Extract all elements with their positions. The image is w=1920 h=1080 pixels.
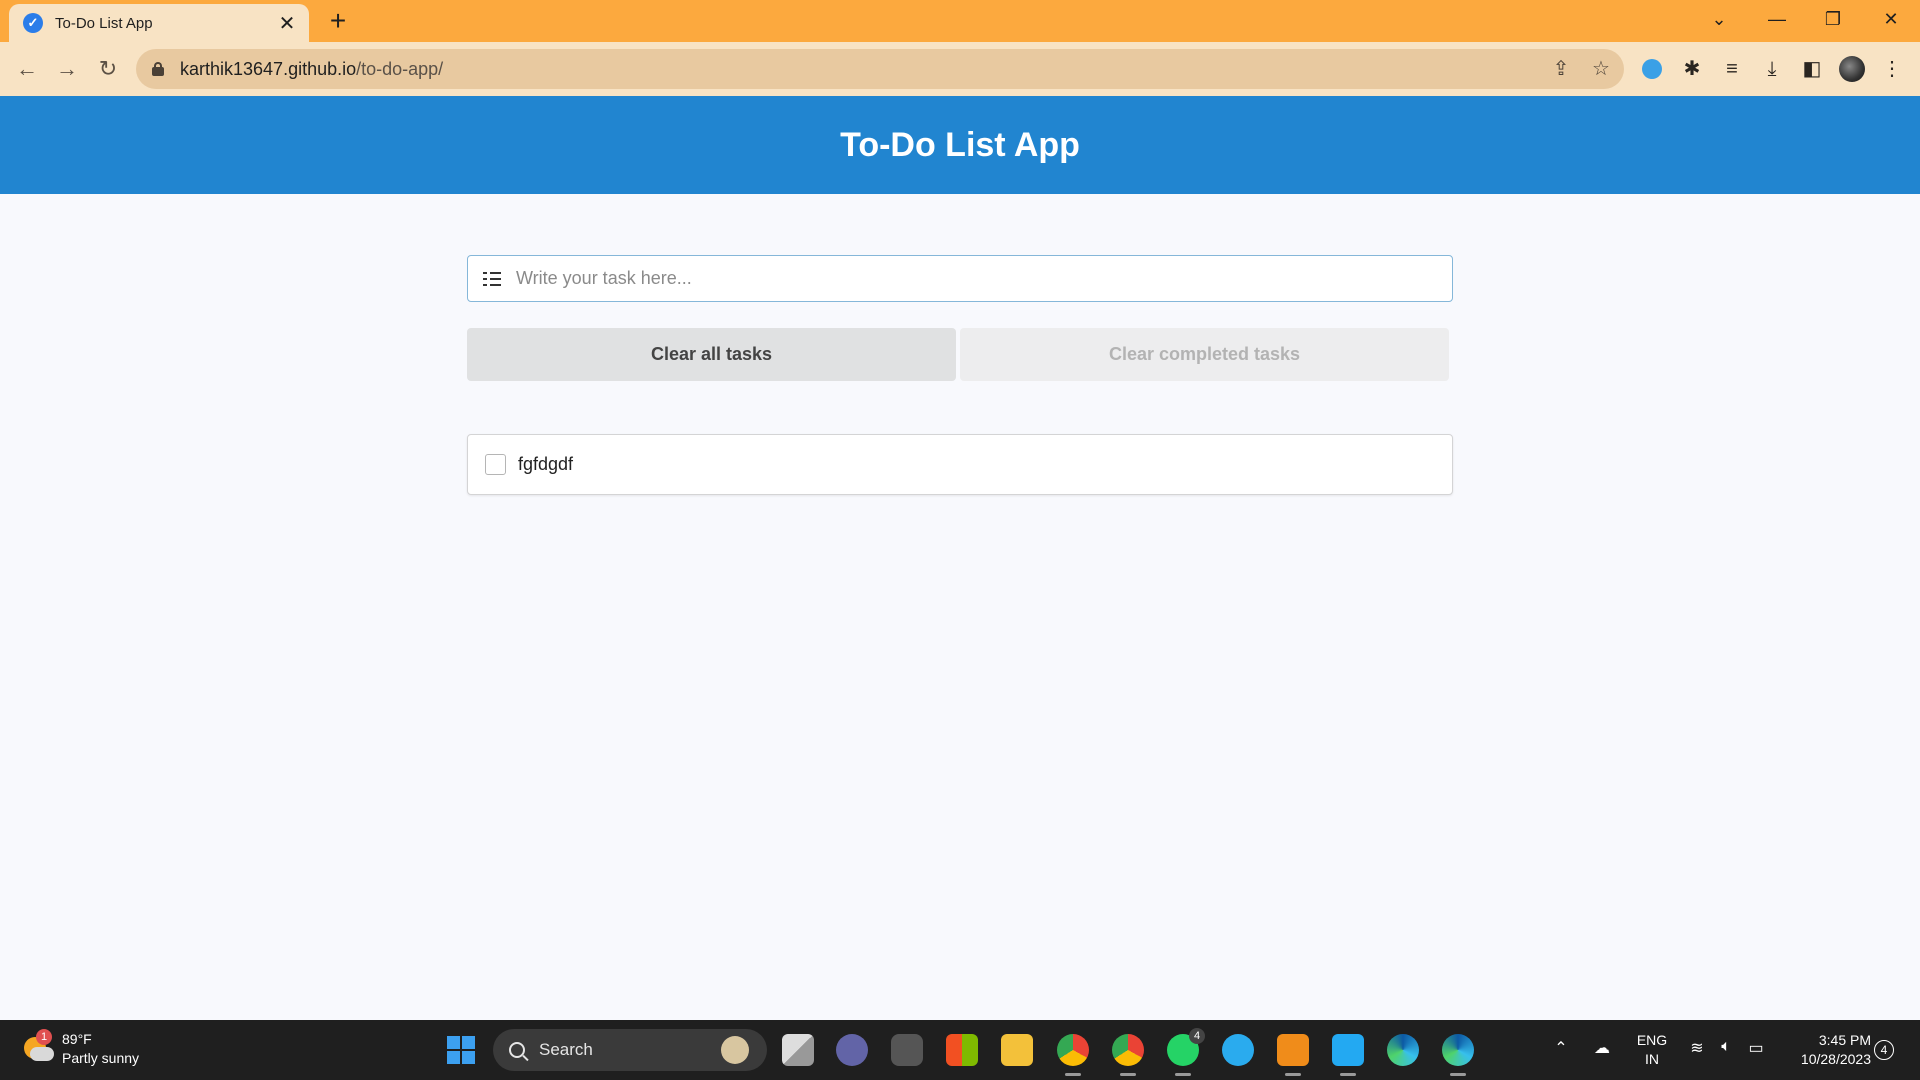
onedrive-cloud-icon[interactable]: ☁: [1590, 1038, 1614, 1058]
taskbar-search[interactable]: Search: [493, 1029, 767, 1071]
extension-icon[interactable]: [1637, 54, 1667, 84]
profile-avatar[interactable]: [1837, 54, 1867, 84]
new-tab-button[interactable]: +: [324, 6, 352, 36]
task-list-icon: [468, 271, 516, 286]
clear-all-tasks-button[interactable]: Clear all tasks: [467, 328, 956, 381]
reload-icon[interactable]: ↻: [93, 54, 123, 84]
weather-temp: 89°F: [62, 1031, 92, 1047]
clock[interactable]: 3:45 PM 10/28/2023: [1783, 1031, 1871, 1069]
forward-icon[interactable]: →: [52, 54, 82, 84]
url-host: karthik13647.github.io: [180, 58, 357, 79]
restore-button[interactable]: ❐: [1813, 4, 1853, 34]
microsoft-store-icon[interactable]: [946, 1034, 978, 1066]
chrome-profile-1-icon[interactable]: [1057, 1034, 1089, 1076]
lock-icon[interactable]: [152, 62, 164, 76]
browser-tab[interactable]: ✓ To-Do List App ✕: [9, 4, 309, 42]
action-buttons: Clear all tasks Clear completed tasks: [467, 328, 1453, 381]
tab-search-dropdown-icon[interactable]: ⌄: [1699, 4, 1739, 34]
browser-toolbar: ← → ↻ karthik13647.github.io/to-do-app/ …: [0, 42, 1920, 96]
menu-icon[interactable]: ⋮: [1877, 54, 1907, 84]
windows-start-icon[interactable]: [447, 1036, 475, 1064]
taskbar-search-label: Search: [539, 1040, 593, 1059]
language-indicator[interactable]: ENG IN: [1632, 1031, 1672, 1069]
url-path: /to-do-app/: [356, 58, 444, 79]
task-list: fgfdgdf: [467, 434, 1453, 495]
tab-close-icon[interactable]: ✕: [275, 11, 299, 36]
taskbar: 1 89°F Partly sunny Search 4 ⌃ ☁ ENG IN …: [0, 1020, 1920, 1080]
clock-date: 10/28/2023: [1800, 1051, 1871, 1067]
address-bar[interactable]: karthik13647.github.io/to-do-app/ ⇪ ☆: [136, 49, 1624, 89]
volume-icon[interactable]: 🔈︎: [1714, 1038, 1738, 1056]
search-highlight-icon: [721, 1036, 749, 1064]
unity-icon[interactable]: [891, 1034, 923, 1066]
close-window-button[interactable]: ✕: [1871, 4, 1911, 34]
edge-profile-icon[interactable]: [1442, 1034, 1474, 1076]
whatsapp-badge: 4: [1189, 1028, 1205, 1044]
media-icon[interactable]: ≡: [1717, 54, 1747, 84]
task-input-wrapper: [467, 255, 1453, 302]
telegram-icon[interactable]: [1222, 1034, 1254, 1066]
teams-chat-icon[interactable]: [836, 1034, 868, 1066]
clear-completed-tasks-button[interactable]: Clear completed tasks: [960, 328, 1449, 381]
edge-icon[interactable]: [1387, 1034, 1419, 1066]
clock-time: 3:45 PM: [1818, 1032, 1871, 1048]
todo-container: Clear all tasks Clear completed tasks fg…: [467, 255, 1453, 495]
task-text: fgfdgdf: [518, 454, 574, 474]
side-panel-icon[interactable]: ◧: [1797, 54, 1827, 84]
tab-title: To-Do List App: [55, 14, 153, 32]
tab-strip: ✓ To-Do List App ✕ + ⌄ — ❐ ✕: [0, 0, 1920, 42]
download-icon[interactable]: ⤓: [1757, 54, 1787, 84]
sublime-text-icon[interactable]: [1277, 1034, 1309, 1076]
chrome-profile-2-icon[interactable]: [1112, 1034, 1144, 1076]
back-icon[interactable]: ←: [12, 54, 42, 84]
vscode-icon[interactable]: [1332, 1034, 1364, 1076]
whatsapp-icon[interactable]: 4: [1167, 1028, 1205, 1076]
partly-sunny-icon: 1: [22, 1029, 54, 1065]
notification-count-badge[interactable]: 4: [1874, 1040, 1894, 1060]
file-explorer-icon[interactable]: [1001, 1034, 1033, 1066]
task-item: fgfdgdf: [467, 434, 1453, 495]
chevron-up-icon[interactable]: ⌃: [1549, 1038, 1573, 1058]
share-icon[interactable]: ⇪: [1547, 55, 1575, 83]
minimize-button[interactable]: —: [1757, 4, 1797, 34]
app-header: To-Do List App: [0, 96, 1920, 194]
wifi-icon[interactable]: ≋: [1685, 1038, 1709, 1058]
puzzle-icon[interactable]: ✱: [1677, 54, 1707, 84]
weather-desc: Partly sunny: [62, 1050, 140, 1066]
language-line1: ENG: [1636, 1032, 1668, 1048]
weather-widget[interactable]: 1 89°F Partly sunny: [22, 1029, 140, 1068]
weather-badge: 1: [36, 1029, 52, 1045]
language-line2: IN: [1645, 1051, 1659, 1067]
checkmark-favicon-icon: ✓: [23, 13, 43, 33]
task-checkbox[interactable]: [485, 454, 506, 475]
task-input[interactable]: [516, 256, 1452, 301]
battery-icon[interactable]: ▭: [1744, 1038, 1768, 1058]
search-icon: [509, 1042, 525, 1058]
task-view-icon[interactable]: [782, 1034, 814, 1066]
star-icon[interactable]: ☆: [1587, 55, 1615, 83]
page-title: To-Do List App: [840, 125, 1080, 164]
